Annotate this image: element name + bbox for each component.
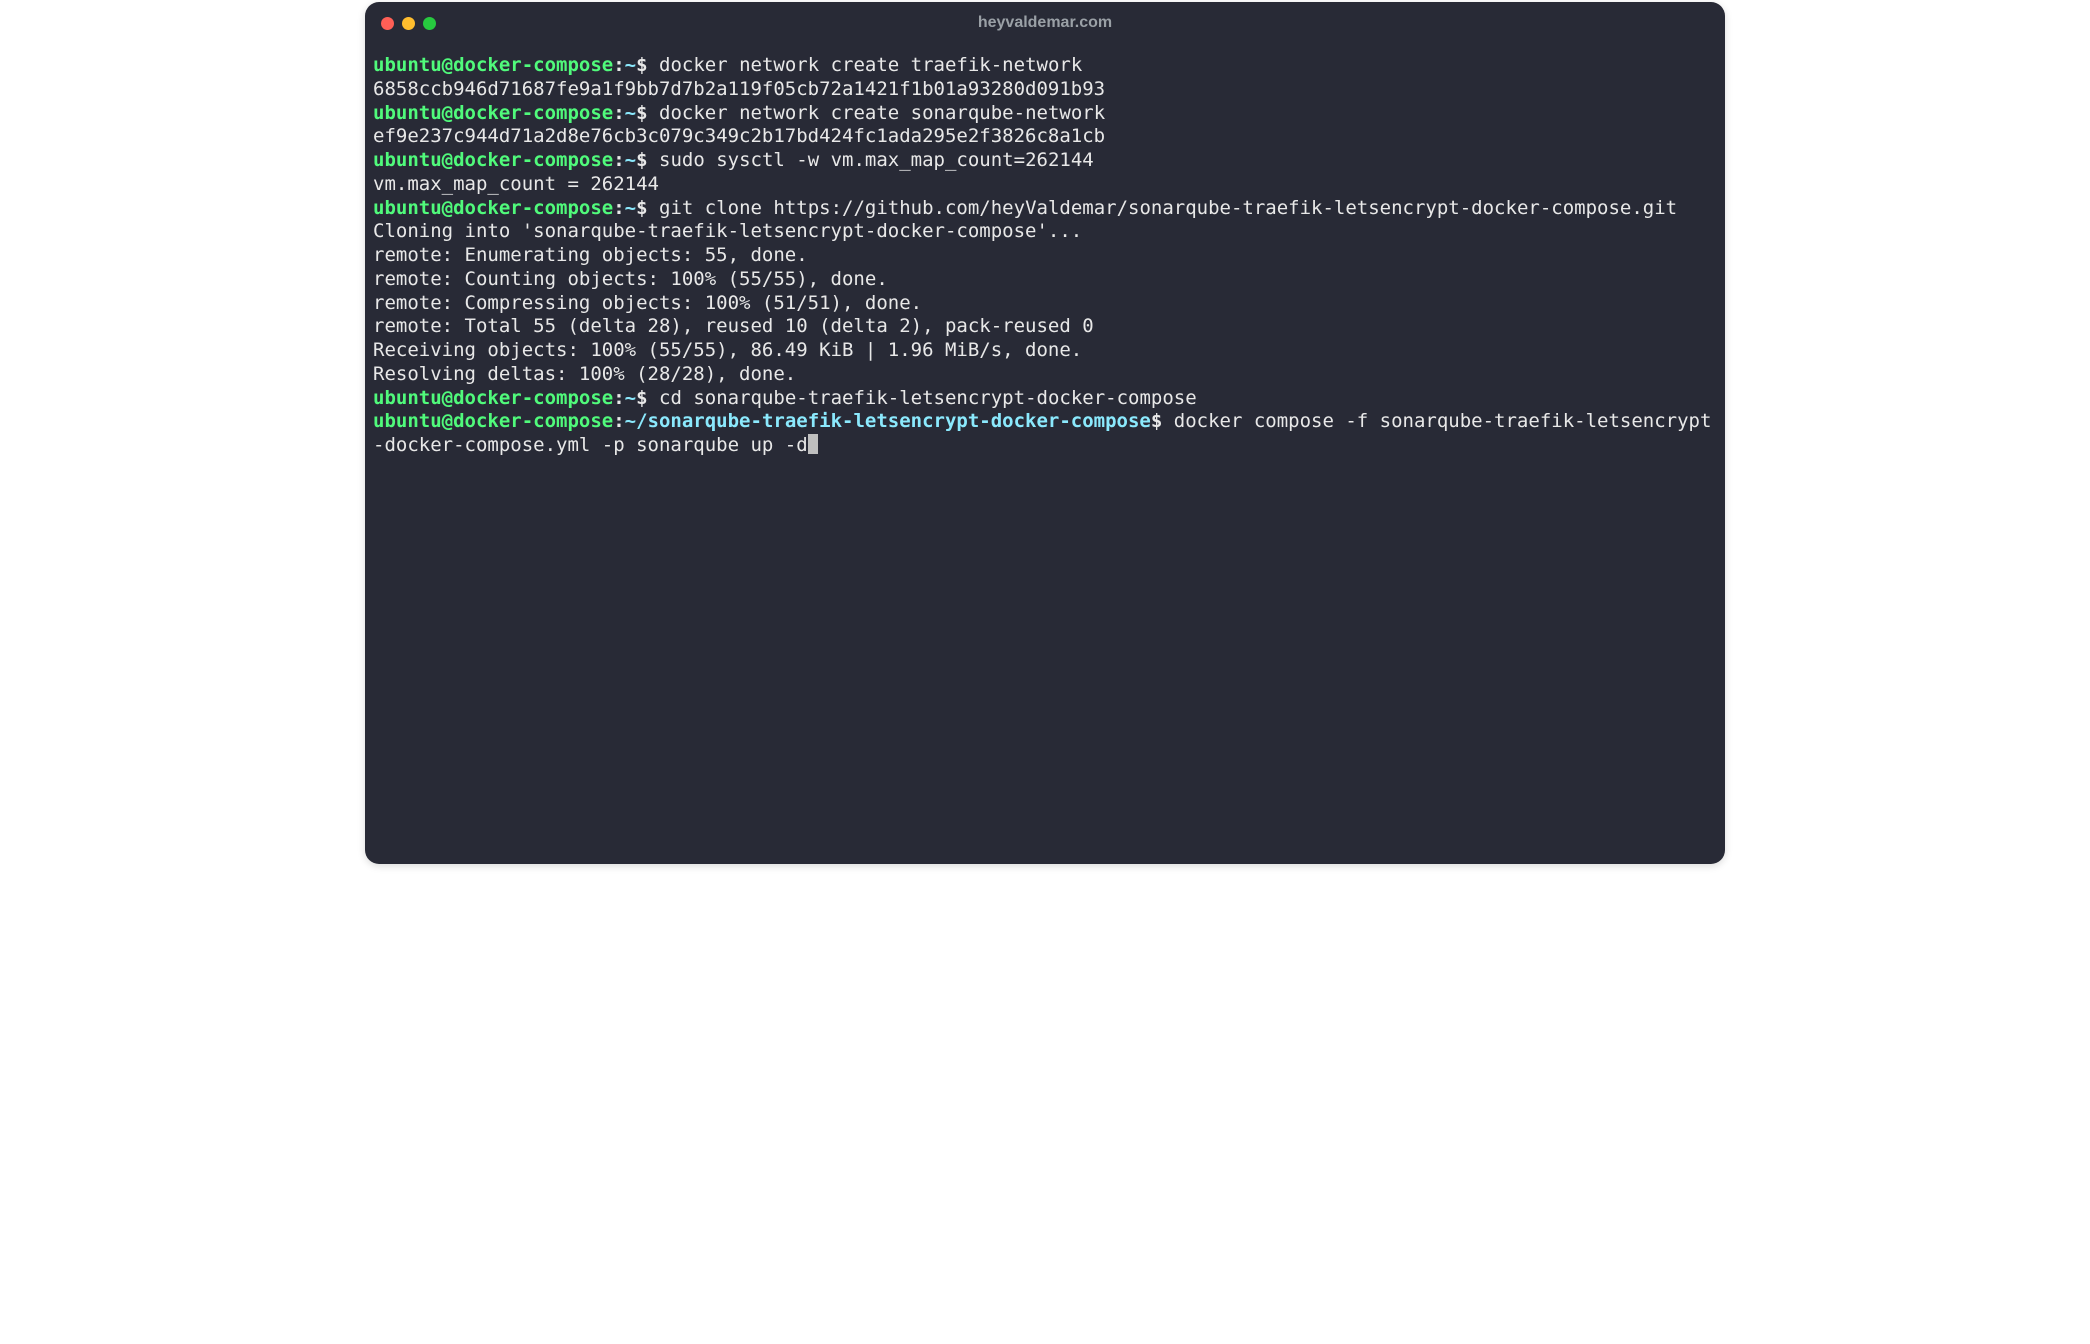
prompt-path: ~ xyxy=(625,149,636,171)
prompt-user: ubuntu@docker-compose xyxy=(373,197,613,219)
prompt-user: ubuntu@docker-compose xyxy=(373,102,613,124)
prompt-user: ubuntu@docker-compose xyxy=(373,149,613,171)
prompt-path: ~ xyxy=(625,102,636,124)
output-line: remote: Counting objects: 100% (55/55), … xyxy=(373,268,888,290)
prompt-path: ~ xyxy=(625,54,636,76)
prompt-sep: : xyxy=(613,54,624,76)
prompt-sep: : xyxy=(613,149,624,171)
close-icon[interactable] xyxy=(381,17,394,30)
prompt-user: ubuntu@docker-compose xyxy=(373,54,613,76)
prompt-path: ~/sonarqube-traefik-letsencrypt-docker-c… xyxy=(625,410,1151,432)
output-line: remote: Enumerating objects: 55, done. xyxy=(373,244,808,266)
terminal-content[interactable]: ubuntu@docker-compose:~$ docker network … xyxy=(365,44,1725,864)
output-line: vm.max_map_count = 262144 xyxy=(373,173,659,195)
prompt-dollar: $ xyxy=(636,197,647,219)
prompt-user: ubuntu@docker-compose xyxy=(373,410,613,432)
prompt-sep: : xyxy=(613,102,624,124)
cursor-icon xyxy=(808,434,818,454)
output-line: 6858ccb946d71687fe9a1f9bb7d7b2a119f05cb7… xyxy=(373,78,1105,100)
prompt-dollar: $ xyxy=(636,54,647,76)
output-line: Receiving objects: 100% (55/55), 86.49 K… xyxy=(373,339,1082,361)
traffic-lights xyxy=(381,17,436,30)
minimize-icon[interactable] xyxy=(402,17,415,30)
prompt-path: ~ xyxy=(625,197,636,219)
prompt-sep: : xyxy=(613,197,624,219)
prompt-user: ubuntu@docker-compose xyxy=(373,387,613,409)
command-line: docker network create traefik-network xyxy=(648,54,1083,76)
output-line: Resolving deltas: 100% (28/28), done. xyxy=(373,363,796,385)
prompt-path: ~ xyxy=(625,387,636,409)
prompt-dollar: $ xyxy=(1151,410,1162,432)
prompt-dollar: $ xyxy=(636,387,647,409)
maximize-icon[interactable] xyxy=(423,17,436,30)
output-line: remote: Total 55 (delta 28), reused 10 (… xyxy=(373,315,1094,337)
command-line: cd sonarqube-traefik-letsencrypt-docker-… xyxy=(648,387,1197,409)
output-line: remote: Compressing objects: 100% (51/51… xyxy=(373,292,922,314)
window-title: heyvaldemar.com xyxy=(365,14,1725,32)
command-line: git clone https://github.com/heyValdemar… xyxy=(648,197,1678,219)
terminal-window: heyvaldemar.com ubuntu@docker-compose:~$… xyxy=(365,2,1725,864)
prompt-dollar: $ xyxy=(636,102,647,124)
titlebar: heyvaldemar.com xyxy=(365,2,1725,44)
output-line: ef9e237c944d71a2d8e76cb3c079c349c2b17bd4… xyxy=(373,125,1105,147)
command-line: docker network create sonarqube-network xyxy=(648,102,1106,124)
prompt-sep: : xyxy=(613,387,624,409)
prompt-sep: : xyxy=(613,410,624,432)
command-line: sudo sysctl -w vm.max_map_count=262144 xyxy=(648,149,1094,171)
output-line: Cloning into 'sonarqube-traefik-letsencr… xyxy=(373,220,1082,242)
prompt-dollar: $ xyxy=(636,149,647,171)
